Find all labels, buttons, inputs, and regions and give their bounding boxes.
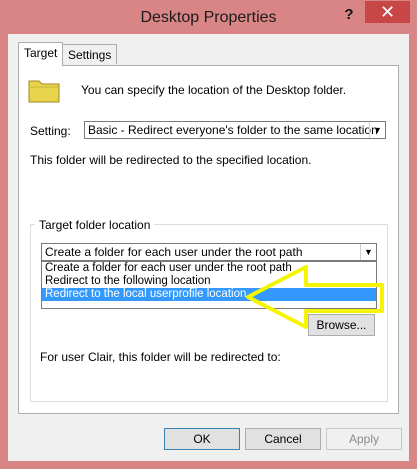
dialog-body: Target Settings You can specify the loca… xyxy=(8,34,409,461)
location-select-value: Create a folder for each user under the … xyxy=(45,245,303,259)
tab-target[interactable]: Target xyxy=(18,42,64,66)
apply-button[interactable]: Apply xyxy=(326,428,402,450)
location-select[interactable]: Create a folder for each user under the … xyxy=(41,243,377,261)
dialog-window: Desktop Properties ? ✕ Target Settings Y… xyxy=(0,0,417,469)
intro-text: You can specify the location of the Desk… xyxy=(81,83,347,97)
chevron-down-icon[interactable]: ▼ xyxy=(369,122,385,138)
preview-path-field xyxy=(38,369,218,400)
cancel-button[interactable]: Cancel xyxy=(245,428,321,450)
preview-label: For user Clair, this folder will be redi… xyxy=(40,350,281,364)
group-title: Target folder location xyxy=(35,218,155,232)
tab-settings[interactable]: Settings xyxy=(62,44,118,64)
title-bar[interactable]: Desktop Properties ? ✕ xyxy=(0,0,417,34)
ok-button[interactable]: OK xyxy=(164,428,240,450)
redirect-note: This folder will be redirected to the sp… xyxy=(30,153,312,167)
arrow-left-icon xyxy=(246,265,384,329)
folder-icon xyxy=(28,80,60,103)
setting-select-value: Basic - Redirect everyone's folder to th… xyxy=(88,123,378,137)
help-button[interactable]: ? xyxy=(338,3,360,27)
setting-select[interactable]: Basic - Redirect everyone's folder to th… xyxy=(84,121,386,139)
close-button[interactable]: ✕ xyxy=(365,1,410,23)
setting-label: Setting: xyxy=(30,124,71,138)
chevron-down-icon[interactable]: ▼ xyxy=(360,244,376,260)
